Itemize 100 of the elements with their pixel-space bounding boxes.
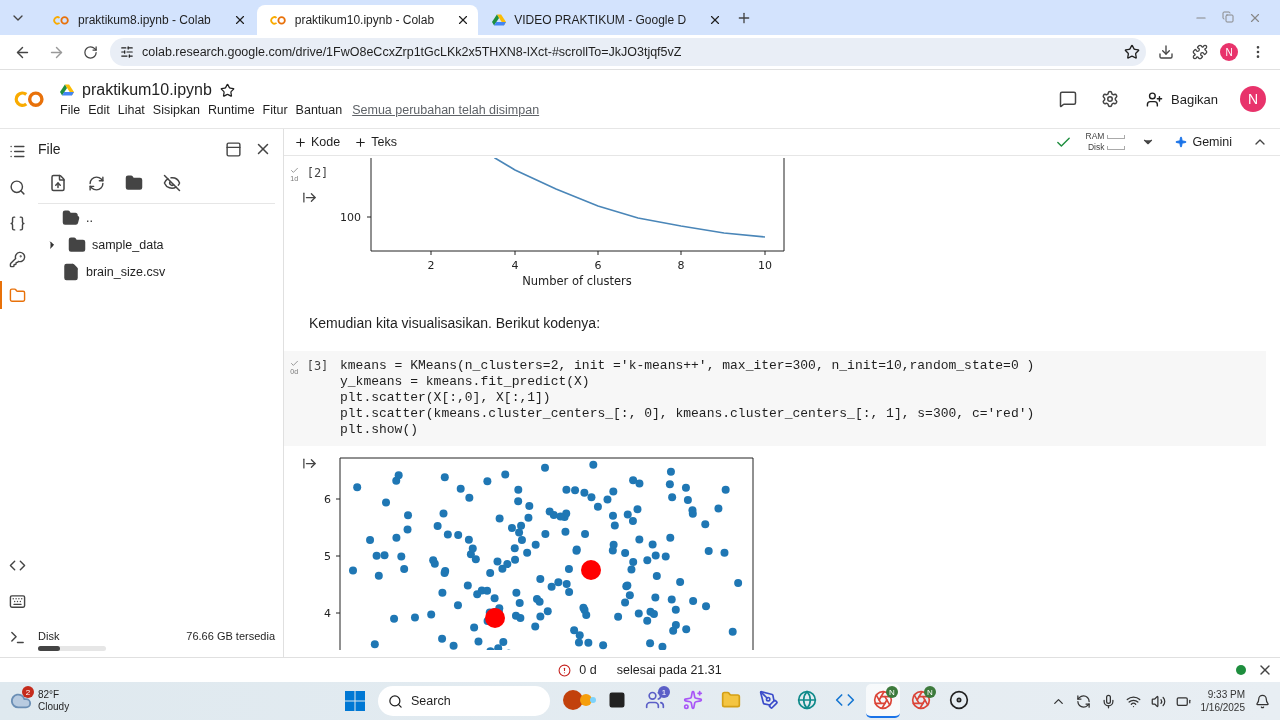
address-bar[interactable]: colab.research.google.com/drive/1FwO8eCcxZrp1tGcLKk2x5THXN8-lXct-#scrollTo=JkJO3tjqf5vZ: [110, 38, 1146, 66]
menu-item[interactable]: Sisipkan: [152, 103, 209, 117]
disk-usage-bar: [38, 646, 106, 651]
globe-icon: [797, 690, 817, 710]
axis-tick-label: 10: [758, 259, 772, 272]
browser-icon: [873, 690, 893, 710]
notification-badge: N: [886, 686, 898, 698]
drive-icon: [60, 83, 74, 97]
axis-tick-label: 2: [427, 259, 435, 272]
browser-icon: [911, 690, 931, 710]
bookmark-icon[interactable]: [1124, 44, 1140, 60]
axis-tick-label: 4: [511, 259, 519, 272]
file-tree-item[interactable]: sample_data: [38, 231, 275, 258]
status-duration: 0 d: [579, 663, 597, 677]
axis-tick-label: 4: [324, 607, 331, 620]
weather-temperature: 82°F: [38, 689, 61, 701]
axis-title: Number of clusters: [522, 274, 632, 288]
square-icon: [608, 691, 626, 709]
browser-tab[interactable]: VIDEO PRAKTIKUM - Google D: [480, 5, 731, 35]
cell-prompt: [2]: [306, 166, 329, 180]
refresh-icon: [87, 174, 105, 192]
folder-icon: [721, 690, 741, 710]
panel-title: File: [38, 141, 62, 157]
alert-icon: [558, 663, 572, 677]
menu-item[interactable]: Fitur: [262, 103, 296, 117]
share-button[interactable]: Bagikan: [1138, 86, 1226, 112]
notification-badge: N: [924, 686, 936, 698]
download-icon: [1158, 44, 1174, 60]
resource-meter[interactable]: RAM Disk: [1085, 131, 1126, 153]
notebook-title[interactable]: praktikum10.ipynb: [82, 81, 212, 99]
axis-tick-label: 100: [340, 211, 361, 224]
site-settings-icon[interactable]: [120, 45, 134, 59]
browser-tab[interactable]: praktikum10.ipynb - Colab: [256, 5, 479, 35]
add-cell-button[interactable]: Teks: [354, 135, 397, 149]
gemini-button[interactable]: Gemini: [1171, 135, 1236, 149]
folder-icon: [68, 235, 86, 254]
reload-icon: [82, 44, 98, 60]
folder-icon: [8, 286, 26, 304]
axis-tick-label: 6: [594, 259, 602, 272]
star-icon[interactable]: [219, 82, 235, 98]
wifi-icon[interactable]: [1125, 693, 1141, 709]
axis-tick-label: 8: [677, 259, 685, 272]
taskbar-search-field[interactable]: Search: [378, 686, 550, 716]
taskbar-app-button[interactable]: 1: [638, 684, 672, 718]
panel-icon: [224, 140, 242, 158]
key-icon: [8, 250, 26, 268]
folder-icon: [62, 208, 80, 227]
code-editor[interactable]: kmeans = KMeans(n_clusters=2, init ='k-means++', max_iter=300, n_init=10,random_state=0 ) y_kmeans = kmeans.fit_predict(X) plt.scatter(X[:,0], X[:,1]) plt.scatter(kmeans.cluster_centers_[:, 0], kmeans.cluster_centers_[:, 1], s=300, c='red') plt.show(): [334, 351, 1266, 446]
people-icon: [645, 690, 665, 710]
upload-file-icon: [49, 174, 67, 192]
menu-item[interactable]: Lihat: [117, 103, 153, 117]
folder-icon: [125, 174, 143, 192]
menu-item[interactable]: Runtime: [208, 103, 263, 117]
add-person-icon: [1146, 90, 1163, 108]
save-status-link[interactable]: Semua perubahan telah disimpan: [352, 103, 540, 117]
sparkles-icon: [683, 690, 703, 710]
notification-badge: 1: [658, 686, 670, 698]
add-cell-button[interactable]: Kode: [294, 135, 341, 149]
clock[interactable]: 9:33 PM 1/16/2025: [1200, 688, 1245, 714]
file-tree-item[interactable]: brain_size.csv: [38, 258, 275, 285]
comment-icon: [1059, 90, 1077, 108]
search-icon: [8, 178, 26, 196]
keyboard-icon: [8, 592, 26, 610]
circles-icon: [562, 689, 596, 711]
menu-item[interactable]: Edit: [88, 103, 118, 117]
puzzle-icon: [1192, 44, 1208, 60]
sync-icon[interactable]: [1075, 693, 1091, 709]
notification-badge: 2: [22, 686, 34, 698]
sparkle-icon: [1175, 136, 1188, 148]
browser-tab[interactable]: praktikum8.ipynb - Colab: [40, 5, 255, 35]
check-icon: [289, 359, 299, 368]
braces-icon: [8, 214, 26, 232]
profile-avatar[interactable]: N: [1220, 43, 1238, 61]
file-tree-item[interactable]: ..: [38, 204, 275, 231]
colab-icon: [52, 14, 70, 26]
drive-icon: [492, 13, 507, 27]
disk-free-text: 76.66 GB tersedia: [186, 630, 275, 642]
eye-off-icon: [163, 174, 181, 192]
profile-avatar[interactable]: N: [1240, 86, 1266, 112]
colab-logo: [12, 88, 46, 110]
search-icon: [388, 693, 403, 709]
axis-tick-label: 5: [324, 550, 331, 563]
taskbar-app-button[interactable]: N: [866, 684, 900, 718]
text-cell-text: Kemudian kita visualisasikan. Berikut kodenya:: [308, 314, 602, 333]
settings-icon: [1101, 90, 1119, 108]
menu-item[interactable]: File: [60, 103, 89, 117]
check-icon: [289, 166, 299, 175]
plus-icon: [294, 135, 307, 149]
taskbar-app-button[interactable]: N: [904, 684, 938, 718]
axis-tick-label: 6: [324, 493, 331, 506]
bell-icon[interactable]: [1255, 693, 1270, 709]
pen-icon: [759, 690, 779, 710]
microphone-icon[interactable]: [1100, 693, 1116, 709]
volume-icon[interactable]: [1150, 693, 1166, 709]
menu-item[interactable]: Bantuan: [295, 103, 351, 117]
weather-condition: Cloudy: [38, 701, 70, 713]
disc-icon: [949, 690, 969, 710]
windows-icon: [345, 691, 365, 711]
status-message: selesai pada 21.31: [616, 663, 722, 677]
colab-icon: [268, 14, 287, 26]
